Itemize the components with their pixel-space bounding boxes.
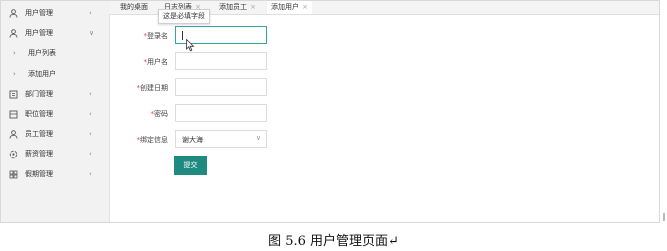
sidebar-item-label: 用户列表 — [28, 49, 56, 57]
sidebar-item-employee[interactable]: 员工管理 ‹ — [1, 124, 109, 144]
chevron-left-icon: ‹ — [89, 110, 92, 118]
chevron-left-icon: ‹ — [89, 150, 92, 158]
tab-label: 添加用户 — [271, 3, 299, 11]
sidebar-item-label: 员工管理 — [25, 130, 53, 138]
sidebar-item-user-management-expanded[interactable]: 用户管理 ∨ — [1, 23, 109, 43]
employee-icon — [9, 129, 18, 139]
text-caret — [182, 31, 183, 40]
created-date-label: *创建日期 — [136, 84, 169, 92]
bind-info-label: *绑定信息 — [136, 136, 169, 144]
resize-handle-icon: ‖ — [662, 212, 666, 221]
submit-button[interactable]: 提交 — [174, 156, 207, 175]
close-icon[interactable]: × — [302, 3, 308, 11]
sidebar-item-department[interactable]: 部门管理 ‹ — [1, 84, 109, 104]
created-date-input[interactable] — [175, 78, 267, 96]
sidebar-item-user-list[interactable]: › 用户列表 — [1, 43, 109, 63]
position-icon — [9, 110, 18, 119]
sidebar-item-add-user[interactable]: › 添加用户 — [1, 64, 109, 84]
chevron-down-icon: ∨ — [255, 134, 261, 142]
chevron-right-icon: › — [13, 49, 16, 57]
username-input[interactable] — [175, 52, 267, 70]
figure-caption: 图 5.6 用户管理页面↵ — [268, 234, 399, 249]
username-label: *用户名 — [143, 58, 169, 66]
sidebar: 用户管理 ‹ 用户管理 ∨ › 用户列表 › 添加用户 部门管理 ‹ 职位管理 … — [1, 1, 110, 222]
tab-my-desktop[interactable]: 我的桌面 — [120, 1, 148, 14]
close-icon[interactable]: × — [250, 3, 256, 11]
password-input[interactable] — [175, 104, 267, 122]
tab-add-user[interactable]: 添加用户 × — [267, 1, 312, 14]
sidebar-item-label: 假期管理 — [25, 170, 53, 178]
chevron-left-icon: ‹ — [89, 170, 92, 178]
sidebar-item-holiday[interactable]: 假期管理 ‹ — [1, 164, 109, 184]
bind-info-value: 谢大海 — [182, 136, 203, 144]
chevron-right-icon: › — [13, 70, 16, 78]
password-label: *密码 — [150, 110, 169, 118]
bind-info-select[interactable]: 谢大海 ∨ — [175, 130, 267, 148]
sidebar-item-label: 薪资管理 — [25, 150, 53, 158]
tab-label: 我的桌面 — [120, 3, 148, 11]
sidebar-item-label: 用户管理 — [25, 29, 53, 37]
sidebar-item-label: 用户管理 — [25, 9, 53, 17]
chevron-left-icon: ‹ — [89, 90, 92, 98]
tab-label: 添加员工 — [219, 3, 247, 11]
sidebar-item-label: 部门管理 — [25, 90, 53, 98]
sidebar-item-user-management[interactable]: 用户管理 ‹ — [1, 3, 109, 23]
chevron-left-icon: ‹ — [89, 9, 92, 17]
chevron-left-icon: ‹ — [89, 130, 92, 138]
chevron-down-icon: ∨ — [89, 29, 95, 37]
holiday-icon — [9, 170, 18, 179]
sidebar-item-salary[interactable]: 薪资管理 ‹ — [1, 144, 109, 164]
user-icon — [9, 28, 18, 38]
sidebar-item-label: 添加用户 — [28, 70, 56, 78]
login-name-label: *登录名 — [143, 32, 169, 40]
department-icon — [9, 90, 18, 99]
sidebar-item-label: 职位管理 — [25, 110, 53, 118]
user-icon — [9, 8, 18, 18]
required-field-tooltip: 这是必填字段 — [158, 9, 210, 24]
salary-icon — [9, 150, 18, 159]
mouse-cursor-icon — [186, 38, 195, 54]
sidebar-item-position[interactable]: 职位管理 ‹ — [1, 104, 109, 124]
tab-add-employee[interactable]: 添加员工 × — [219, 1, 256, 14]
